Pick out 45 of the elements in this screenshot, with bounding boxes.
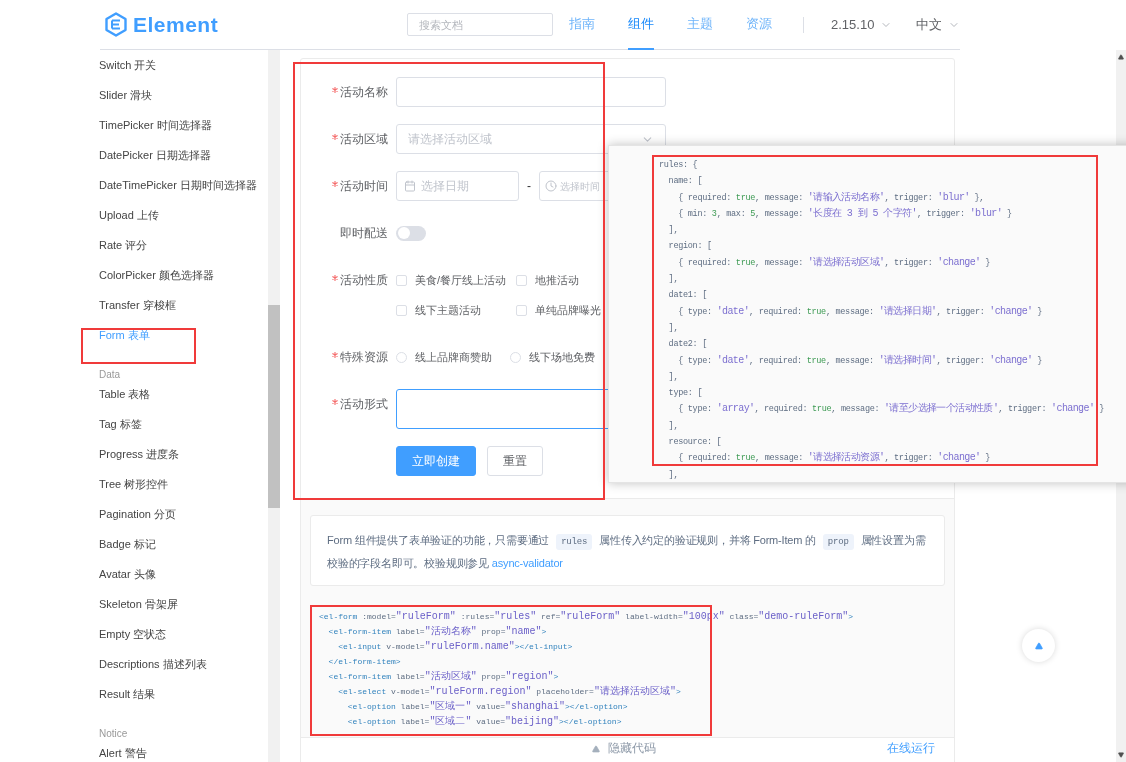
code-line: { type: 'date', required: true, message: '请选择日期', trigger: 'change' } <box>677 304 1044 318</box>
code-line: </el-form-item> <box>327 656 402 668</box>
code-line: <el-select v-model="ruleForm.region" placeholder="请选择活动区域"> <box>337 684 682 699</box>
logo-text: Element <box>133 11 219 38</box>
field-label: 活动名称 <box>340 84 388 101</box>
checkbox-label: 地推活动 <box>535 272 579 288</box>
checkbox-label: 单纯品牌曝光 <box>535 302 601 318</box>
code-line: ], <box>667 273 680 286</box>
sidebar-group-label: Notice <box>99 728 128 739</box>
code-line: ], <box>667 370 680 384</box>
code-line: { required: true, message: '请输入活动名称', trigger: 'blur' }, <box>677 190 986 204</box>
field-label: 活动形式 <box>340 396 388 413</box>
code-line: region: [ <box>667 240 713 253</box>
field-label: 活动性质 <box>340 272 388 289</box>
code-line: ], <box>667 419 680 433</box>
field-label: 特殊资源 <box>340 349 388 366</box>
code-line: { required: true, message: '请选择活动资源', trigger: 'change' } <box>677 450 992 465</box>
code-line: date2: [ <box>667 338 708 351</box>
code-line: <el-input v-model="ruleForm.name"></el-input> <box>337 640 574 654</box>
code-line: <el-form-item label="活动区域" prop="region"> <box>327 670 560 684</box>
description-text: Form 组件提供了表单验证的功能，只需要通过 rules 属性传入约定的验证规则，并将 Form-Item 的 prop 属性设置为需校验的字段名即可。校验规则参见 async-validator <box>327 533 927 571</box>
code-line: <el-form-item label="活动名称" prop="name"> <box>327 625 548 639</box>
code-line: { type: 'array', required: true, message: '请至少选择一个活动性质', trigger: 'change' } <box>677 401 1105 416</box>
field-label: 即时配送 <box>340 225 388 242</box>
checkbox-label: 线下主题活动 <box>415 302 481 318</box>
code-line: resource: [ <box>667 436 723 449</box>
code-line: name: [ <box>667 175 704 188</box>
code-line: date1: [ <box>667 289 708 302</box>
radio-label: 线下场地免费 <box>529 349 595 365</box>
checkbox-label: 美食/餐厅线上活动 <box>415 272 507 288</box>
field-label: 活动时间 <box>340 178 388 195</box>
field-label: 活动区域 <box>340 131 388 148</box>
code-line: <el-option label="区域二" value="beijing"></el-option> <box>346 715 623 729</box>
sidebar-group-label: Data <box>99 369 121 380</box>
code-line: rules: { <box>659 159 699 172</box>
code-line: ], <box>667 224 680 237</box>
code-line: type: [ <box>667 387 704 400</box>
code-line: { min: 3, max: 5, message: '长度在 3 到 5 个字符', trigger: 'blur' } <box>677 206 1013 221</box>
code-line: ], <box>667 468 680 481</box>
radio-label: 线上品牌商赞助 <box>415 349 492 365</box>
range-separator: - <box>526 178 532 195</box>
code-line: { required: true, message: '请选择活动区域', trigger: 'change' } <box>677 255 992 270</box>
code-line: ], <box>667 321 680 335</box>
code-line: <el-option label="区域一" value="shanghai"></el-option> <box>346 700 629 714</box>
code-line: { type: 'date', required: true, message: '请选择时间', trigger: 'change' } <box>677 353 1044 367</box>
